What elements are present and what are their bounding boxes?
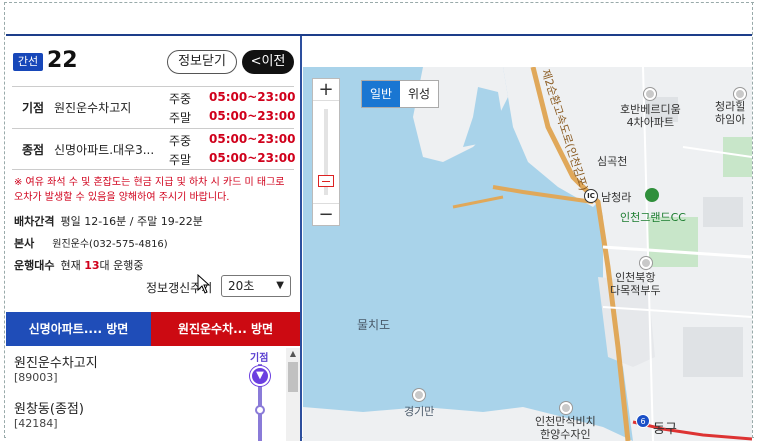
vehicles-count: 13 — [84, 259, 100, 272]
zoom-control: + − — [312, 78, 340, 226]
list-item[interactable]: 원창동(종점) [42184] — [14, 398, 84, 430]
interval-label: 배차간격 — [14, 215, 55, 228]
interval-value: 평일 12-16분 / 주말 19-22분 — [60, 215, 203, 228]
route-info-panel: 간선 22 정보닫기 <이전 기점 원진운수차고지 주중 05:00~23:00… — [6, 36, 302, 441]
close-info-button[interactable]: 정보닫기 — [167, 50, 237, 74]
start-tag: 기점 — [250, 353, 269, 364]
notice-text: ※ 여유 좌석 수 및 혼잡도는 현금 지급 및 하차 시 카드 미 태그로 오… — [14, 177, 285, 203]
schedule-label: 종점 — [22, 143, 45, 157]
map-type-satellite[interactable]: 위성 — [400, 81, 438, 107]
weekday-time: 05:00~23:00 — [209, 132, 296, 146]
scroll-thumb[interactable] — [288, 362, 298, 392]
map-label-apartment: 호반베르디움 4차아파트 — [620, 103, 681, 129]
subway-badge: 6 — [636, 414, 650, 428]
gyeongiman-poi-icon — [413, 389, 425, 401]
map-label-golf: 인천그랜드CC — [620, 211, 686, 224]
company-value: 원진운수(032-575-4816) — [52, 239, 168, 250]
map-label-simgokcheon: 심곡천 — [597, 155, 628, 168]
map-type-toggle: 일반 위성 — [361, 80, 439, 108]
stockyard-poi-icon — [560, 402, 572, 414]
scroll-up-icon[interactable]: ▲ — [286, 348, 300, 360]
vehicles-label: 운행대수 — [14, 259, 55, 272]
weekday-time: 05:00~23:00 — [209, 90, 296, 104]
list-item[interactable]: 원진운수차고지 [89003] — [14, 352, 98, 384]
scrollbar[interactable]: ▲ — [286, 348, 300, 441]
ic-badge: IC — [584, 189, 598, 203]
wharf-poi-icon — [640, 257, 652, 269]
route-number: 22 — [47, 48, 78, 73]
chevron-down-icon: ▼ — [276, 280, 284, 291]
weekday-label: 주중 — [169, 134, 192, 148]
stop-marker — [255, 405, 265, 415]
map-top-area — [303, 36, 752, 67]
map-view[interactable] — [303, 67, 752, 441]
map-label-wharf: 인천북항 다목적부두 — [610, 271, 661, 297]
golf-poi-icon — [645, 188, 659, 202]
zoom-in-button[interactable]: + — [313, 79, 339, 101]
company-label: 본사 — [14, 237, 35, 250]
apartment-poi-icon-2 — [734, 88, 746, 100]
chevron-down-icon: ▼ — [250, 366, 270, 386]
route-type-badge: 간선 — [13, 53, 43, 71]
zoom-slider-handle[interactable] — [318, 175, 334, 187]
vehicles-info: 운행대수 현재 13대 운행중 — [14, 257, 144, 273]
weekend-label: 주말 — [169, 153, 192, 167]
weekend-label: 주말 — [169, 111, 192, 125]
frame-border-left — [4, 2, 5, 438]
schedule-table: 기점 원진운수차고지 주중 05:00~23:00 주말 05:00~23:00… — [12, 86, 296, 170]
vehicles-suffix: 대 운행중 — [99, 259, 144, 272]
stop-id: [89003] — [14, 371, 58, 384]
direction-tab-b[interactable]: 원진운수차... 방면 — [151, 312, 300, 346]
frame-border-top — [4, 2, 754, 3]
refresh-value: 20초 — [228, 279, 255, 293]
weekend-time: 05:00~23:00 — [209, 151, 296, 165]
previous-button[interactable]: <이전 — [242, 50, 294, 74]
company-info: 본사 원진운수(032-575-4816) — [14, 235, 168, 251]
refresh-interval-select[interactable]: 20초 ▼ — [221, 275, 291, 297]
frame-border-right — [752, 2, 753, 438]
zoom-out-button[interactable]: − — [313, 203, 339, 225]
schedule-stop: 원진운수차고지 — [54, 101, 132, 115]
map-label-namcheongna: 남청라 — [601, 191, 632, 204]
route-header: 간선 22 정보닫기 <이전 — [6, 36, 300, 86]
map-canvas — [303, 67, 752, 441]
schedule-label: 기점 — [22, 101, 45, 115]
map-type-normal[interactable]: 일반 — [362, 81, 400, 107]
schedule-row-terminal: 종점 신명아파트.대우3... 주중 05:00~23:00 주말 05:00~… — [12, 128, 296, 170]
stop-id: [42184] — [14, 417, 58, 430]
map-label-donggu: 동구 — [653, 422, 677, 437]
map-label-cheongra: 청라힐 하임아 — [715, 100, 746, 126]
schedule-stop: 신명아파트.대우3... — [54, 143, 155, 157]
stop-name: 원창동(종점) — [14, 402, 84, 417]
weekend-time: 05:00~23:00 — [209, 109, 296, 123]
map-label-stockyard: 인천만석비치 한양수자인 — [535, 415, 596, 441]
interval-info: 배차간격 평일 12-16분 / 주말 19-22분 — [14, 213, 203, 229]
stop-list: 원진운수차고지 [89003] 원창동(종점) [42184] 기점 ▼ ▲ — [6, 346, 300, 441]
map-label-gyeongiman: 경기만 — [404, 405, 435, 418]
schedule-row-origin: 기점 원진운수차고지 주중 05:00~23:00 주말 05:00~23:00 — [12, 86, 296, 128]
direction-tab-a[interactable]: 신명아파트.... 방면 — [6, 312, 151, 346]
apartment-poi-icon — [644, 88, 656, 100]
mouse-cursor-icon — [197, 274, 211, 294]
map-label-mulchido: 물치도 — [357, 318, 391, 332]
weekday-label: 주중 — [169, 92, 192, 106]
stop-name: 원진운수차고지 — [14, 356, 98, 371]
vehicles-prefix: 현재 — [60, 259, 81, 272]
